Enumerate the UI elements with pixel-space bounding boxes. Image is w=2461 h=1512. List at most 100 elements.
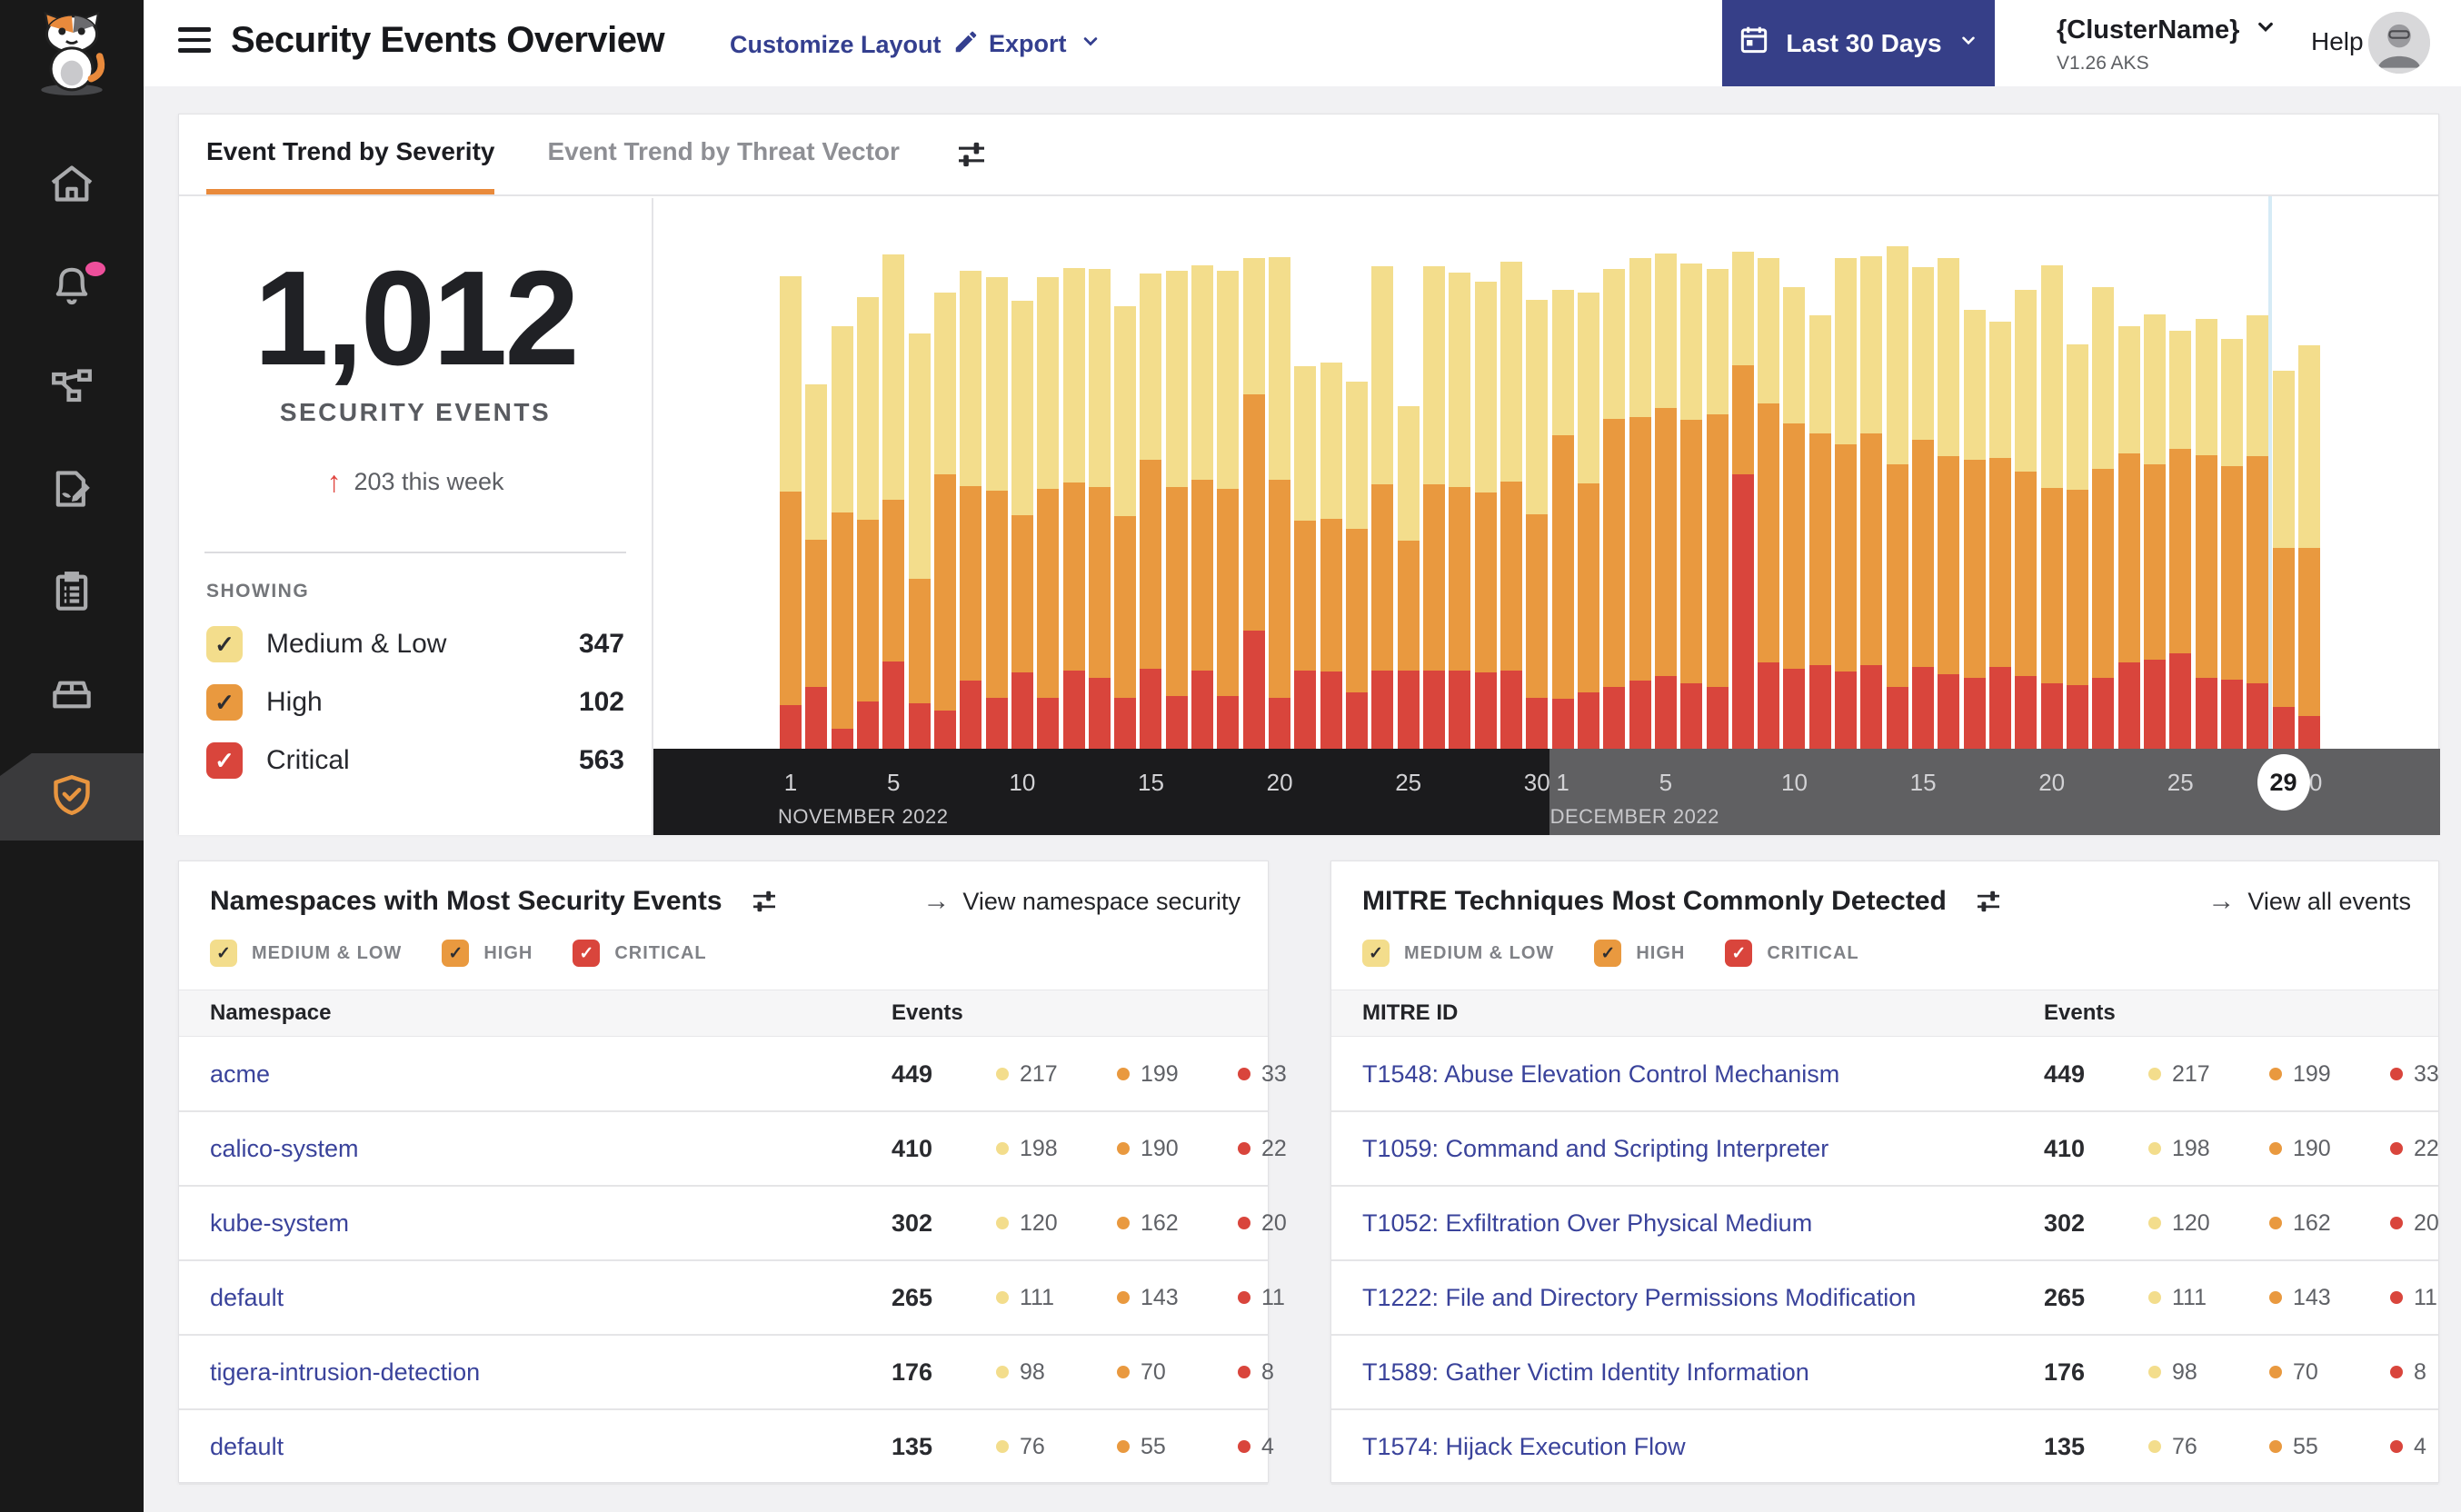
chart-bar-day-31[interactable] — [1551, 290, 1574, 749]
chart-bar-day-1[interactable] — [780, 276, 802, 749]
chart-bar-day-11[interactable] — [1037, 277, 1060, 749]
chart-bar-day-30[interactable] — [1526, 300, 1549, 749]
chart-bar-day-49[interactable] — [2015, 290, 2038, 749]
mini-checkbox[interactable]: ✓ — [1725, 940, 1753, 967]
filter-sliders-icon[interactable] — [748, 885, 781, 918]
sidebar-item-alerts[interactable] — [0, 242, 144, 329]
tab-event-trend-by-severity[interactable]: Event Trend by Severity — [206, 114, 495, 194]
chart-bar-day-54[interactable] — [2143, 314, 2166, 749]
namespace-link[interactable]: default — [210, 1284, 892, 1312]
chart-bar-day-12[interactable] — [1062, 268, 1085, 749]
mitre-technique-link[interactable]: T1059: Command and Scripting Interpreter — [1362, 1135, 2044, 1163]
chart-bar-day-23[interactable] — [1346, 382, 1369, 749]
help-link[interactable]: Help — [2311, 27, 2364, 56]
chart-bar-day-60[interactable] — [2297, 345, 2320, 749]
export-button[interactable]: Export — [989, 28, 1103, 60]
mini-checkbox[interactable]: ✓ — [442, 940, 470, 967]
chart-bar-day-50[interactable] — [2040, 265, 2063, 749]
chart-bar-day-57[interactable] — [2220, 339, 2243, 749]
sidebar-item-policies[interactable] — [0, 447, 144, 534]
customize-layout-button[interactable]: Customize Layout — [730, 28, 980, 62]
mini-checkbox[interactable]: ✓ — [1362, 940, 1390, 967]
chart-bar-day-8[interactable] — [960, 271, 982, 749]
namespace-link[interactable]: acme — [210, 1060, 892, 1089]
chart-bar-day-21[interactable] — [1294, 366, 1317, 749]
date-range-button[interactable]: Last 30 Days — [1722, 0, 1995, 86]
filter-sliders-icon[interactable] — [1972, 885, 2005, 918]
mini-checkbox[interactable]: ✓ — [573, 940, 601, 967]
chart-bar-day-36[interactable] — [1680, 264, 1703, 749]
sidebar-item-workloads[interactable] — [0, 650, 144, 737]
chart-bar-day-44[interactable] — [1886, 246, 1908, 749]
critical-checkbox[interactable]: ✓ — [206, 742, 243, 780]
chart-bar-day-42[interactable] — [1835, 258, 1858, 749]
chart-bar-day-18[interactable] — [1217, 271, 1240, 749]
chart-bar-day-27[interactable] — [1449, 273, 1471, 749]
chart-bar-day-6[interactable] — [908, 333, 931, 749]
chart-bar-day-9[interactable] — [985, 277, 1008, 749]
avatar[interactable] — [2368, 12, 2430, 74]
chart-bar-day-38[interactable] — [1731, 252, 1754, 749]
chart-bar-day-29[interactable] — [1500, 262, 1522, 749]
chart-bar-day-4[interactable] — [856, 297, 879, 749]
chart-bar-day-13[interactable] — [1088, 269, 1111, 749]
chart-bar-day-53[interactable] — [2117, 326, 2140, 749]
chart-bar-day-59[interactable] — [2272, 371, 2295, 749]
chart-bar-day-43[interactable] — [1860, 256, 1883, 749]
chart-bar-day-5[interactable] — [882, 254, 905, 749]
hamburger-menu-icon[interactable] — [178, 27, 211, 58]
sidebar-item-service-graph[interactable] — [0, 345, 144, 433]
namespace-link[interactable]: calico-system — [210, 1135, 892, 1163]
cluster-selector[interactable]: {ClusterName} V1.26 AKS — [2057, 13, 2279, 75]
chart-bar-day-55[interactable] — [2169, 331, 2192, 749]
chart-bar-day-35[interactable] — [1654, 254, 1677, 749]
chart-bar-day-52[interactable] — [2092, 287, 2115, 749]
mitre-technique-link[interactable]: T1222: File and Directory Permissions Mo… — [1362, 1284, 2044, 1312]
mitre-technique-link[interactable]: T1574: Hijack Execution Flow — [1362, 1433, 2044, 1461]
view-all-events-link[interactable]: → View all events — [2207, 886, 2411, 917]
chart-bar-day-14[interactable] — [1114, 306, 1137, 749]
chart-bar-day-10[interactable] — [1011, 301, 1033, 749]
tab-event-trend-by-threat-vector[interactable]: Event Trend by Threat Vector — [547, 114, 899, 194]
mitre-technique-link[interactable]: T1548: Abuse Elevation Control Mechanism — [1362, 1060, 2044, 1089]
chart-bar-day-58[interactable] — [2247, 315, 2269, 749]
chart-bar-day-48[interactable] — [1989, 322, 2012, 749]
chart-bar-day-17[interactable] — [1191, 265, 1214, 749]
chart-bar-day-28[interactable] — [1474, 282, 1497, 749]
chart-bar-day-3[interactable] — [831, 326, 853, 749]
sidebar-item-threat-defense[interactable] — [0, 753, 144, 841]
chart-bar-day-22[interactable] — [1320, 363, 1342, 749]
high-checkbox[interactable]: ✓ — [206, 684, 243, 721]
chart-bar-day-45[interactable] — [1912, 267, 1935, 749]
chart-bar-day-20[interactable] — [1269, 257, 1291, 749]
chart-bar-day-34[interactable] — [1629, 258, 1651, 749]
mini-checkbox[interactable]: ✓ — [210, 940, 237, 967]
chart-bar-day-7[interactable] — [933, 293, 956, 749]
namespace-link[interactable]: tigera-intrusion-detection — [210, 1358, 892, 1387]
chart-bar-day-47[interactable] — [1963, 310, 1986, 749]
chart-bar-day-39[interactable] — [1758, 258, 1780, 749]
chart-bar-day-19[interactable] — [1242, 258, 1265, 749]
chart-bar-day-15[interactable] — [1140, 274, 1162, 749]
mitre-technique-link[interactable]: T1052: Exfiltration Over Physical Medium — [1362, 1209, 2044, 1238]
chart-bar-day-33[interactable] — [1603, 269, 1626, 749]
mitre-technique-link[interactable]: T1589: Gather Victim Identity Informatio… — [1362, 1358, 2044, 1387]
chart-bar-day-16[interactable] — [1165, 271, 1188, 749]
sidebar-item-home[interactable] — [0, 142, 144, 229]
chart-bar-day-25[interactable] — [1397, 406, 1420, 749]
chart-bar-day-32[interactable] — [1577, 293, 1599, 749]
chart-bar-day-56[interactable] — [2195, 319, 2217, 749]
namespace-link[interactable]: default — [210, 1433, 892, 1461]
chart-bar-day-26[interactable] — [1423, 266, 1445, 749]
chart-bar-day-46[interactable] — [1938, 258, 1960, 749]
chart-bar-day-40[interactable] — [1783, 287, 1806, 749]
chart-bar-day-41[interactable] — [1808, 315, 1831, 749]
view-namespace-security-link[interactable]: → View namespace security — [922, 886, 1240, 917]
filter-sliders-icon[interactable] — [952, 135, 991, 174]
chart-bar-day-2[interactable] — [805, 384, 828, 749]
chart-bar-day-24[interactable] — [1371, 266, 1394, 749]
mini-checkbox[interactable]: ✓ — [1594, 940, 1622, 967]
namespace-link[interactable]: kube-system — [210, 1209, 892, 1238]
sidebar-item-compliance[interactable] — [0, 550, 144, 637]
chart-bar-day-51[interactable] — [2067, 344, 2088, 749]
